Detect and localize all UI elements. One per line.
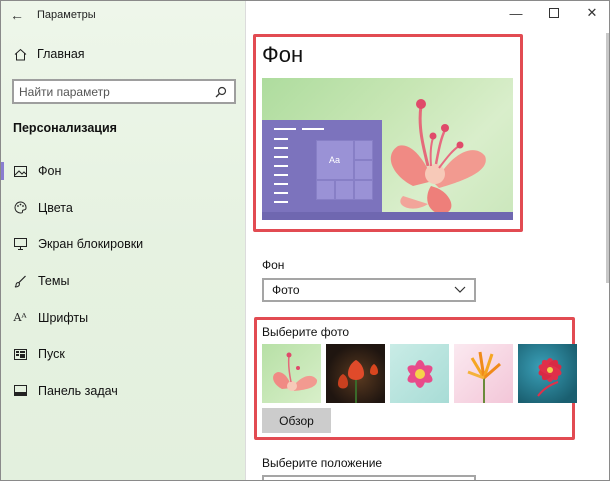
tile-small <box>354 180 373 200</box>
arrow-left-icon: ← <box>10 7 24 23</box>
tile-small <box>335 180 354 200</box>
main-content: — ✕ Фон Aa Фон Фото Выберите фото Обзор … <box>246 1 609 480</box>
flower-image <box>390 99 486 214</box>
sidebar-item-label: Фон <box>38 164 62 179</box>
close-button[interactable]: ✕ <box>573 1 609 25</box>
photo-thumbnail[interactable] <box>262 344 321 403</box>
maximize-icon <box>549 6 559 21</box>
scrollbar[interactable] <box>606 29 609 289</box>
taskbar-preview <box>262 212 513 220</box>
sidebar-item-label: Панель задач <box>38 383 118 398</box>
nav-home[interactable]: Главная <box>13 47 85 61</box>
sidebar-item-label: Темы <box>38 274 70 289</box>
sidebar-item-label: Цвета <box>38 200 73 215</box>
sidebar-item-lock-screen[interactable]: Экран блокировки <box>1 226 246 263</box>
sidebar: ← Параметры Главная Персонализация Фон <box>1 1 246 480</box>
sidebar-item-label: Шрифты <box>38 310 89 325</box>
sidebar-item-taskbar[interactable]: Панель задач <box>1 373 246 410</box>
start-menu-preview: Aa <box>262 120 382 212</box>
taskbar-icon <box>13 384 27 398</box>
nav-list: Фон Цвета Экран блокировки Темы Aᴬ Шрифт… <box>1 153 246 409</box>
desktop-preview: Aa <box>262 78 513 220</box>
settings-window: ← Параметры Главная Персонализация Фон <box>0 0 610 481</box>
background-type-value: Фото <box>272 283 300 297</box>
start-menu-list <box>274 138 288 210</box>
section-title: Персонализация <box>13 121 117 135</box>
photo-thumbnail[interactable] <box>390 344 449 403</box>
minimize-button[interactable]: — <box>497 1 535 25</box>
picture-icon <box>13 164 27 178</box>
home-icon <box>13 47 27 61</box>
brush-icon <box>13 274 27 288</box>
tile-small <box>354 160 373 180</box>
start-menu-header <box>274 128 324 130</box>
start-tiles: Aa <box>316 140 376 202</box>
tile-large: Aa <box>316 140 354 180</box>
sidebar-item-themes[interactable]: Темы <box>1 263 246 300</box>
window-title: Параметры <box>37 9 96 21</box>
palette-icon <box>13 201 27 215</box>
sidebar-item-label: Пуск <box>38 347 65 362</box>
position-label: Выберите положение <box>262 456 383 470</box>
title-bar: ← Параметры <box>1 1 246 29</box>
background-label: Фон <box>262 258 285 272</box>
sidebar-item-background[interactable]: Фон <box>1 153 246 190</box>
search-icon[interactable] <box>214 85 228 99</box>
scrollbar-thumb[interactable] <box>606 33 609 283</box>
window-controls: — ✕ <box>497 1 609 29</box>
search-box[interactable] <box>12 79 236 104</box>
sidebar-item-start[interactable]: Пуск <box>1 336 246 373</box>
chevron-down-icon <box>454 283 466 297</box>
background-type-select[interactable]: Фото <box>262 278 476 302</box>
photo-thumbnail[interactable] <box>518 344 577 403</box>
nav-home-label: Главная <box>37 47 85 61</box>
sidebar-item-colors[interactable]: Цвета <box>1 190 246 227</box>
photo-thumbnails <box>262 344 577 403</box>
search-input[interactable] <box>14 81 214 102</box>
tile-small <box>316 180 335 200</box>
tile-text: Aa <box>329 155 341 165</box>
tile-small <box>354 140 373 160</box>
sidebar-item-label: Экран блокировки <box>38 237 144 252</box>
photo-thumbnail[interactable] <box>454 344 513 403</box>
browse-button[interactable]: Обзор <box>262 408 331 433</box>
minimize-icon: — <box>509 5 523 21</box>
close-icon: ✕ <box>586 5 598 20</box>
choose-photo-label: Выберите фото <box>262 325 350 339</box>
position-select[interactable] <box>262 475 476 480</box>
photo-thumbnail[interactable] <box>326 344 385 403</box>
sidebar-item-fonts[interactable]: Aᴬ Шрифты <box>1 299 246 336</box>
maximize-button[interactable] <box>535 1 573 25</box>
monitor-icon <box>13 237 27 251</box>
back-button[interactable]: ← <box>1 1 33 29</box>
font-icon: Aᴬ <box>13 311 27 325</box>
page-title: Фон <box>262 42 304 67</box>
start-icon <box>13 347 27 361</box>
